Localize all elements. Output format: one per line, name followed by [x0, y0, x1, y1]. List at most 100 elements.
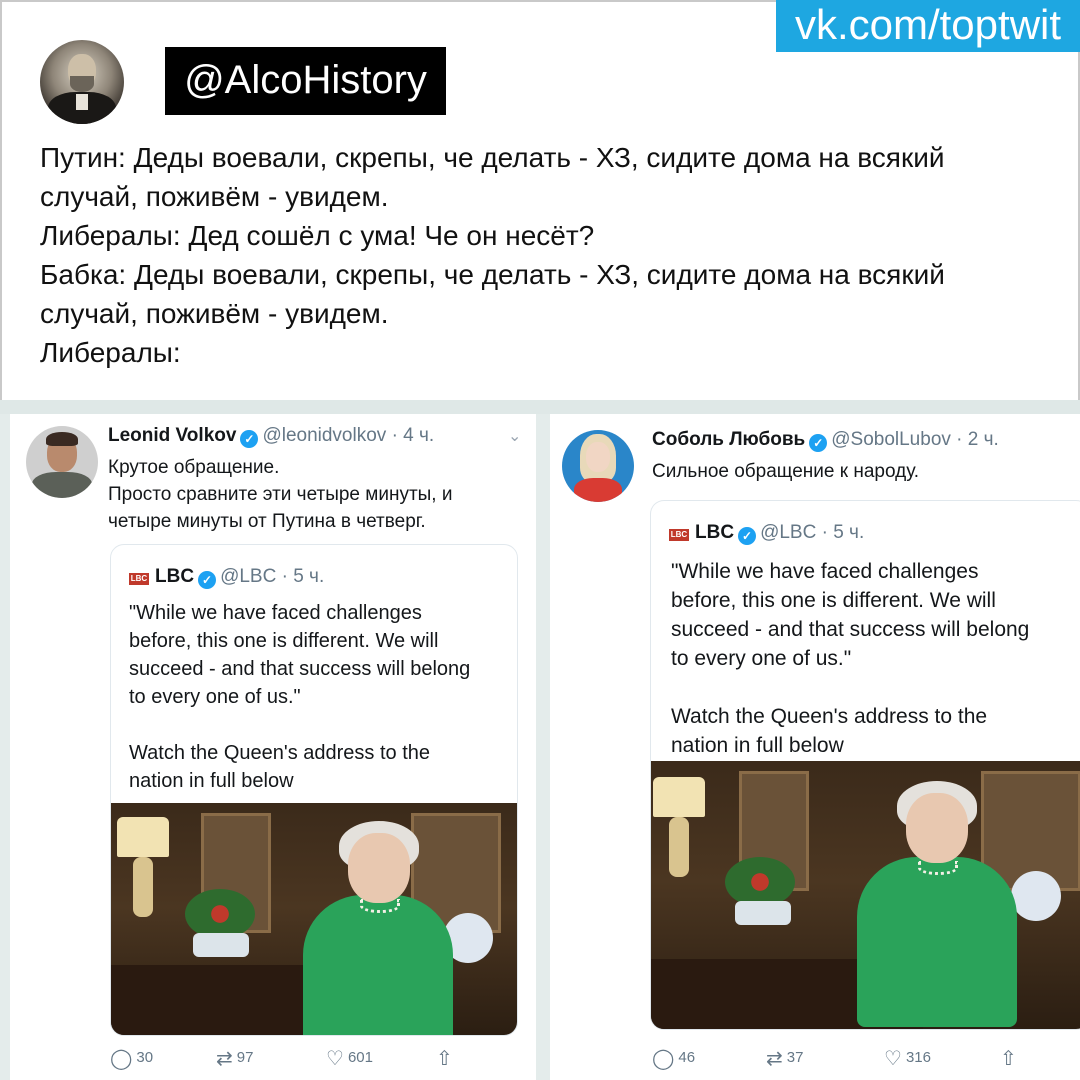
quoted-tweet-header: LBC LBC ✓ @LBC · 5 ч.: [669, 521, 864, 545]
post-line: случай, поживём - увидем.: [40, 298, 389, 329]
quote-line: nation in full below: [129, 770, 294, 792]
tweet-sobol[interactable]: Соболь Любовь ✓ @SobolLubov · 2 ч. Сильное…: [550, 414, 1080, 1080]
tweet-volkov[interactable]: Leonid Volkov ✓ @leonidvolkov · 4 ч. ⌄ Кру…: [10, 414, 536, 1080]
screenshot-top-border: [0, 400, 1080, 414]
chevron-down-icon[interactable]: ⌄: [508, 426, 521, 446]
tweet-actions: ◯ 30 ⇄ 97 ♡ 601 ⇧: [10, 1042, 536, 1072]
lbc-logo-icon: LBC: [669, 529, 689, 541]
quoted-tweet[interactable]: LBC LBC ✓ @LBC · 5 ч. "While we have faced …: [650, 500, 1080, 1030]
tweet-text: Крутое обращение. Просто сравните эти че…: [108, 454, 452, 535]
tweet-time[interactable]: · 4 ч.: [392, 425, 435, 446]
retweet-icon: ⇄: [766, 1048, 783, 1070]
quoted-tweet-time: · 5 ч.: [281, 566, 325, 587]
lamp-base: [669, 817, 689, 877]
queen-face: [348, 833, 410, 903]
author-avatar[interactable]: [40, 40, 124, 124]
avatar-body: [574, 478, 622, 502]
tweet-text-line: Крутое обращение.: [108, 457, 280, 478]
tweet-avatar[interactable]: [26, 426, 98, 498]
avatar-body: [32, 472, 92, 498]
share-button[interactable]: ⇧: [436, 1046, 457, 1071]
quoted-author-name[interactable]: LBC: [695, 522, 734, 543]
tweet-author-name[interactable]: Соболь Любовь: [652, 429, 805, 450]
quote-line: to every one of us.": [671, 647, 852, 670]
like-count: 316: [905, 1049, 931, 1066]
quoted-author-name[interactable]: LBC: [155, 566, 194, 587]
lamp-base: [133, 857, 153, 917]
verified-icon: ✓: [240, 430, 259, 448]
quoted-author-handle[interactable]: @LBC: [220, 566, 276, 587]
post-line: Либералы:: [40, 337, 181, 368]
quoted-author-handle[interactable]: @LBC: [760, 522, 816, 543]
post-text: Путин: Деды воевали, скрепы, че делать -…: [40, 138, 1050, 372]
like-count: 601: [347, 1049, 373, 1066]
queen-figure: [303, 895, 453, 1035]
decorative-plate: [1011, 871, 1061, 921]
reply-count: 46: [678, 1049, 696, 1066]
retweet-button[interactable]: ⇄ 97: [216, 1046, 253, 1071]
flower-arrangement: [185, 889, 255, 939]
reply-button[interactable]: ◯ 30: [110, 1046, 153, 1071]
tweet-text: Сильное обращение к народу.: [652, 458, 919, 485]
quote-line: Watch the Queen's address to the: [129, 742, 431, 764]
quote-line: to every one of us.": [129, 686, 301, 708]
reply-count: 30: [136, 1049, 154, 1066]
tweet-text-line: Сильное обращение к народу.: [652, 461, 920, 482]
verified-icon: ✓: [738, 527, 757, 545]
retweet-button[interactable]: ⇄ 37: [766, 1046, 803, 1071]
quote-line: succeed - and that success will belong: [129, 658, 471, 680]
reply-icon: ◯: [652, 1048, 675, 1070]
tweet-author-handle[interactable]: @leonidvolkov: [262, 425, 386, 446]
video-thumbnail[interactable]: [651, 761, 1080, 1029]
post-line: Путин: Деды воевали, скрепы, че делать -…: [40, 142, 945, 173]
tweet-text-line: четыре минуты от Путина в четверг.: [108, 511, 426, 532]
quote-line: succeed - and that success will belong: [671, 618, 1030, 641]
like-button[interactable]: ♡ 316: [884, 1046, 931, 1071]
author-handle[interactable]: @AlcoHistory: [165, 47, 446, 115]
reply-icon: ◯: [110, 1048, 133, 1070]
post-line: случай, поживём - увидем.: [40, 181, 389, 212]
share-icon: ⇧: [1000, 1048, 1017, 1070]
quote-line: [671, 673, 1029, 702]
avatar-collar: [76, 94, 88, 110]
quote-line: "While we have faced challenges: [129, 602, 422, 624]
video-thumbnail[interactable]: [111, 803, 517, 1035]
reply-button[interactable]: ◯ 46: [652, 1046, 695, 1071]
pearl-necklace: [360, 899, 400, 913]
tweet-author-name[interactable]: Leonid Volkov: [108, 425, 236, 446]
verified-icon: ✓: [198, 571, 217, 589]
heart-icon: ♡: [884, 1048, 902, 1070]
quoted-tweet-text: "While we have faced challenges before, …: [129, 599, 470, 795]
lbc-logo-icon: LBC: [129, 573, 149, 585]
tweet-text-line: Просто сравните эти четыре минуты, и: [108, 484, 453, 505]
tweet-time[interactable]: · 2 ч.: [956, 429, 999, 450]
tweet-actions: ◯ 46 ⇄ 37 ♡ 316 ⇧: [550, 1042, 1080, 1072]
retweet-count: 37: [786, 1049, 804, 1066]
tweet-author-handle[interactable]: @SobolLubov: [831, 429, 951, 450]
tweet-avatar[interactable]: [562, 430, 634, 502]
flower-arrangement: [725, 857, 795, 907]
quote-line: "While we have faced challenges: [671, 560, 979, 583]
queen-face: [906, 793, 968, 863]
verified-icon: ✓: [809, 434, 828, 452]
quote-line: before, this one is different. We will: [671, 589, 996, 612]
lamp-shade: [117, 817, 169, 857]
watermark-link[interactable]: vk.com/toptwit: [776, 0, 1080, 52]
quoted-tweet[interactable]: LBC LBC ✓ @LBC · 5 ч. "While we have faced …: [110, 544, 518, 1036]
queen-figure: [857, 857, 1017, 1027]
post-line: Либералы: Дед сошёл с ума! Че он несёт?: [40, 220, 595, 251]
like-button[interactable]: ♡ 601: [326, 1046, 373, 1071]
quoted-tweet-text: "While we have faced challenges before, …: [671, 557, 1029, 760]
quote-line: nation in full below: [671, 734, 844, 757]
flower-vase: [193, 933, 249, 957]
share-button[interactable]: ⇧: [1000, 1046, 1021, 1071]
flower-vase: [735, 901, 791, 925]
avatar-hair: [46, 432, 78, 446]
lamp-shade: [653, 777, 705, 817]
quote-line: Watch the Queen's address to the: [671, 705, 988, 728]
quoted-tweet-header: LBC LBC ✓ @LBC · 5 ч.: [129, 565, 324, 589]
heart-icon: ♡: [326, 1048, 344, 1070]
avatar-beard: [70, 76, 94, 92]
retweet-count: 97: [236, 1049, 254, 1066]
post-line: Бабка: Деды воевали, скрепы, че делать -…: [40, 259, 945, 290]
